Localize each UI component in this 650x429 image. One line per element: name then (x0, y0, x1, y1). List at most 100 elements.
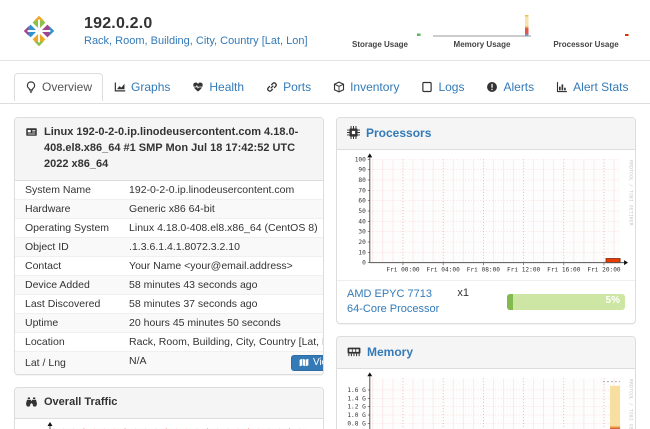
svg-text:Fri 00:00: Fri 00:00 (386, 267, 420, 274)
cpu-usage-value: 5% (606, 295, 620, 306)
row-label: Location (15, 332, 119, 351)
tab-graphs[interactable]: Graphs (103, 73, 181, 101)
tab-overview[interactable]: Overview (14, 73, 103, 101)
centos-logo-icon (20, 12, 58, 50)
cpu-usage-bar: 5% (507, 294, 625, 310)
svg-text:1.0 G: 1.0 G (347, 412, 366, 419)
memory-panel: Memory 0.00.2 G0.4 G0.6 G0.8 G1.0 G1.2 G… (336, 336, 636, 429)
overall-traffic-graph[interactable]: 050 k100 k150 kFri 00:00Fri 04:00Fri 08:… (15, 419, 323, 429)
left-column: Linux 192-0-2-0.ip.linodeusercontent.com… (14, 117, 324, 429)
cpu-name: AMD EPYC 7713 (347, 287, 439, 302)
overall-traffic-panel: Overall Traffic 050 k100 k150 kFri 00:00… (14, 387, 324, 429)
table-row: Last Discovered58 minutes 37 seconds ago (15, 294, 324, 313)
overall-traffic-title: Overall Traffic (44, 395, 117, 411)
table-row: LocationRack, Room, Building, City, Coun… (15, 332, 324, 351)
row-value: 192-0-2-0.ip.linodeusercontent.com (119, 181, 324, 200)
server-card-icon (25, 126, 38, 138)
row-label: System Name (15, 181, 119, 200)
box-icon (333, 81, 345, 93)
tab-inventory[interactable]: Inventory (322, 73, 410, 101)
svg-text:60: 60 (358, 198, 366, 205)
processors-panel: Processors 0102030405060708090100Fri 00:… (336, 117, 636, 324)
system-info-table: System Name192-0-2-0.ip.linodeuserconten… (15, 181, 324, 374)
row-value: 58 minutes 37 seconds ago (119, 294, 324, 313)
tab-alert-stats-label: Alert Stats (573, 80, 628, 94)
cpu-subname: 64-Core Processor (347, 302, 439, 317)
memory-graph[interactable]: 0.00.2 G0.4 G0.6 G0.8 G1.0 G1.2 G1.4 G1.… (337, 369, 635, 429)
lightbulb-icon (25, 81, 37, 93)
tab-overview-label: Overview (42, 80, 92, 94)
svg-text:1.6 G: 1.6 G (347, 387, 366, 394)
memory-usage-label: Memory Usage (454, 40, 511, 49)
tab-alert-stats[interactable]: Alert Stats (545, 73, 639, 101)
memory-heading: Memory (337, 337, 635, 369)
processor-usage-minigraph[interactable]: Processor Usage (540, 14, 632, 49)
tab-ports[interactable]: Ports (255, 73, 322, 101)
storage-usage-minigraph[interactable]: Storage Usage (336, 14, 424, 49)
svg-text:100: 100 (355, 157, 366, 164)
row-value: Generic x86 64-bit (119, 199, 324, 218)
latlng-value: N/A (129, 355, 147, 367)
svg-text:Fri 12:00: Fri 12:00 (507, 267, 541, 274)
svg-text:Fri 20:00: Fri 20:00 (587, 267, 621, 274)
system-description: Linux 192-0-2-0.ip.linodeusercontent.com… (44, 125, 313, 173)
table-row: Device Added58 minutes 43 seconds ago (15, 275, 324, 294)
memory-title: Memory (367, 344, 413, 361)
row-value: 20 hours 45 minutes 50 seconds (119, 313, 324, 332)
row-label: Hardware (15, 199, 119, 218)
cpu-count: x1 (457, 287, 469, 299)
system-panel: Linux 192-0-2-0.ip.linodeusercontent.com… (14, 117, 324, 375)
svg-text:Fri 16:00: Fri 16:00 (547, 267, 581, 274)
tab-alerts[interactable]: Alerts (475, 73, 545, 101)
memory-usage-minigraph[interactable]: Memory Usage (432, 14, 532, 49)
cpu-link[interactable]: AMD EPYC 7713 64-Core Processor (347, 287, 439, 317)
row-label: Object ID (15, 237, 119, 256)
table-row: HardwareGeneric x86 64-bit (15, 199, 324, 218)
cpu-usage-track: 5% (507, 294, 625, 310)
row-label: Uptime (15, 313, 119, 332)
tab-logs[interactable]: Logs (410, 73, 475, 101)
row-value: Rack, Room, Building, City, Country [Lat… (119, 332, 324, 351)
svg-text:90: 90 (358, 167, 366, 174)
map-icon (299, 358, 309, 367)
processor-usage-sparkline (540, 14, 632, 40)
device-location-link[interactable]: Rack, Room, Building, City, Country [Lat… (84, 35, 336, 47)
processors-graph[interactable]: 0102030405060708090100Fri 00:00Fri 04:00… (337, 150, 635, 280)
view-map-button[interactable]: View (291, 355, 324, 371)
cpu-row: AMD EPYC 7713 64-Core Processor x1 5% (337, 280, 635, 323)
row-value: N/A View (119, 351, 324, 374)
row-value: Your Name <your@email.address> (119, 256, 324, 275)
tab-graphs-label: Graphs (131, 80, 170, 94)
alert-circle-icon (486, 81, 498, 93)
tab-alerts-label: Alerts (503, 80, 534, 94)
svg-text:40: 40 (358, 219, 366, 226)
row-label: Lat / Lng (15, 351, 119, 374)
svg-text:RRDTOOL / TOBI OETIKER: RRDTOOL / TOBI OETIKER (629, 161, 633, 227)
system-panel-heading: Linux 192-0-2-0.ip.linodeusercontent.com… (15, 118, 323, 181)
device-tabbar: Overview Graphs Health Ports Inventory L… (0, 61, 650, 104)
tab-health[interactable]: Health (181, 73, 255, 101)
svg-text:10: 10 (358, 250, 366, 257)
svg-text:0: 0 (362, 260, 366, 267)
row-value: Linux 4.18.0-408.el8.x86_64 (CentOS 8) (119, 218, 324, 237)
table-row: ContactYour Name <your@email.address> (15, 256, 324, 275)
link-icon (266, 81, 278, 93)
svg-text:80: 80 (358, 177, 366, 184)
row-label: Device Added (15, 275, 119, 294)
svg-text:30: 30 (358, 229, 366, 236)
view-button-label: View (313, 357, 324, 368)
cpu-usage-fill (507, 294, 513, 310)
svg-text:0.8 G: 0.8 G (347, 421, 366, 428)
svg-text:20: 20 (358, 239, 366, 246)
svg-text:50: 50 (358, 208, 366, 215)
row-label: Last Discovered (15, 294, 119, 313)
bar-chart-axis-icon (556, 81, 568, 93)
tab-latency[interactable]: Latency (640, 73, 650, 101)
device-title: 192.0.2.0 (84, 15, 336, 33)
area-chart-icon (114, 81, 126, 93)
header-mini-graphs: Storage Usage Memory Usage Processor Usa… (336, 14, 632, 49)
overall-traffic-heading: Overall Traffic (15, 388, 323, 419)
tab-ports-label: Ports (283, 80, 311, 94)
svg-text:Fri 04:00: Fri 04:00 (427, 267, 461, 274)
row-label: Operating System (15, 218, 119, 237)
